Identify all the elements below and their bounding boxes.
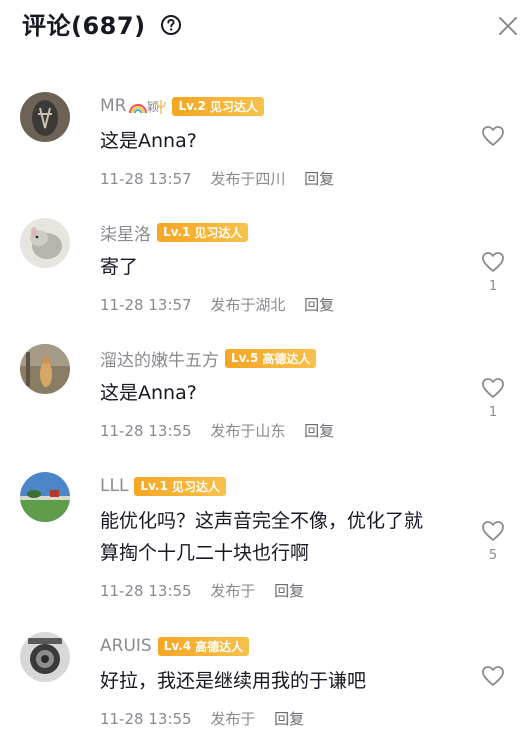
like-count: 5 [488, 548, 498, 563]
username[interactable]: 柒星洛 [100, 220, 151, 245]
reply-button[interactable]: 回复 [304, 170, 334, 188]
level-badge: Lv.1 见习达人 [157, 222, 249, 242]
reply-button[interactable]: 回复 [274, 582, 304, 600]
like-button[interactable] [480, 125, 506, 153]
comment-meta: 11-28 13:55 发布于 回复 [100, 708, 318, 729]
like-button[interactable]: 1 [480, 377, 506, 420]
comment-item: MR 颖 Lv.2 见习达人 这是Anna? 11-28 13:57 发布于四川… [0, 92, 523, 202]
comment-meta: 11-28 13:57 发布于四川 回复 [100, 168, 348, 189]
comment-meta: 11-28 13:57 发布于湖北 回复 [100, 294, 348, 315]
avatar[interactable] [20, 92, 70, 142]
avatar[interactable] [20, 472, 70, 522]
comment-location: 发布于 [210, 710, 256, 728]
avatar[interactable] [20, 344, 70, 394]
level-badge: Lv.2 见习达人 [172, 96, 264, 116]
like-button[interactable] [480, 665, 506, 693]
reply-button[interactable]: 回复 [274, 710, 304, 728]
like-button[interactable]: 5 [480, 520, 506, 563]
reply-button[interactable]: 回复 [304, 422, 334, 440]
comment-text: 好拉，我还是继续用我的于谦吧 [100, 670, 367, 692]
question-circle-icon[interactable] [160, 14, 182, 36]
username[interactable]: MR [100, 96, 126, 116]
avatar[interactable] [20, 632, 70, 682]
comment-time: 11-28 13:57 [100, 296, 192, 314]
comment-text: 寄了 [100, 256, 139, 278]
heart-icon [482, 126, 504, 146]
comment-text: 能优化吗？这声音完全不像，优化了就算掏个十几二十块也行啊 [100, 510, 424, 564]
comment-item: ARUIS Lv.4 高德达人 好拉，我还是继续用我的于谦吧 11-28 13:… [0, 632, 523, 735]
comment-item: 溜达的嫩牛五方 Lv.5 高德达人 这是Anna? 11-28 13:55 发布… [0, 344, 523, 454]
comment-text: 这是Anna? [100, 382, 197, 404]
comment-location: 发布于 [210, 582, 256, 600]
like-button[interactable]: 1 [480, 251, 506, 294]
username[interactable]: 溜达的嫩牛五方 [100, 346, 219, 371]
comment-location: 发布于湖北 [210, 296, 286, 314]
comment-time: 11-28 13:55 [100, 582, 192, 600]
heart-icon [482, 252, 504, 272]
level-badge: Lv.1 见习达人 [134, 476, 226, 496]
avatar[interactable] [20, 218, 70, 268]
heart-icon [482, 521, 504, 541]
close-icon[interactable] [497, 15, 519, 37]
comment-meta: 11-28 13:55 发布于 回复 [100, 580, 318, 601]
level-badge: Lv.5 高德达人 [225, 348, 317, 368]
username[interactable]: LLL [100, 476, 128, 496]
like-count: 1 [488, 279, 498, 294]
rainbow-trident-icon: 颖 [129, 100, 167, 114]
reply-button[interactable]: 回复 [304, 296, 334, 314]
comment-time: 11-28 13:57 [100, 170, 192, 188]
page-title: 评论(687) [22, 12, 146, 40]
comment-item: 柒星洛 Lv.1 见习达人 寄了 11-28 13:57 发布于湖北 回复 1 [0, 218, 523, 328]
comment-text: 这是Anna? [100, 130, 197, 152]
comment-time: 11-28 13:55 [100, 422, 192, 440]
comment-location: 发布于四川 [210, 170, 286, 188]
comment-meta: 11-28 13:55 发布于山东 回复 [100, 420, 348, 441]
comment-time: 11-28 13:55 [100, 710, 192, 728]
username[interactable]: ARUIS [100, 636, 152, 656]
level-badge: Lv.4 高德达人 [157, 636, 250, 656]
comments-header: 评论(687) [0, 0, 523, 56]
comment-location: 发布于山东 [210, 422, 286, 440]
heart-icon [482, 378, 504, 398]
like-count: 1 [488, 405, 498, 420]
heart-icon [482, 666, 504, 686]
comment-item: LLL Lv.1 见习达人 能优化吗？这声音完全不像，优化了就算掏个十几二十块也… [0, 472, 523, 612]
